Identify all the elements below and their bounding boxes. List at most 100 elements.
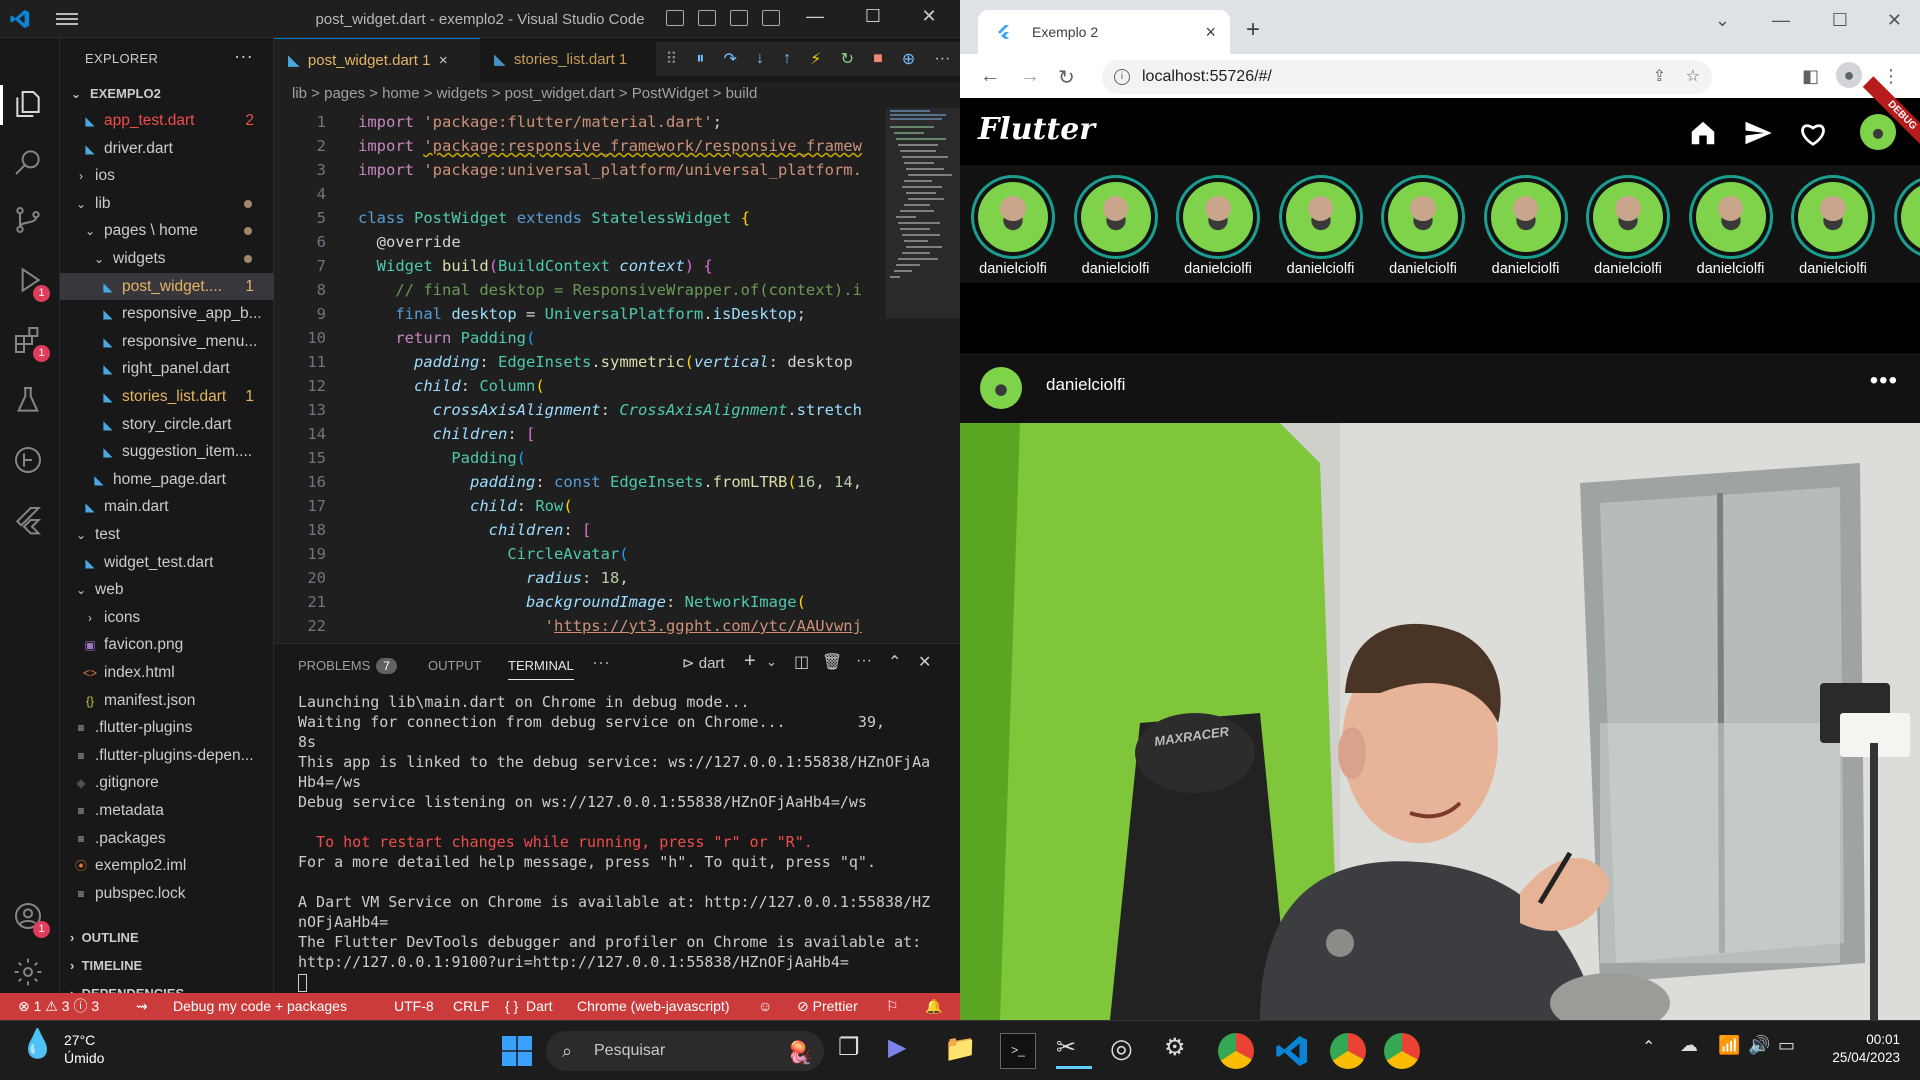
chrome-profile-2-icon[interactable] (1384, 1033, 1420, 1069)
tree-item[interactable]: ≡ pubspec.lock (60, 880, 274, 907)
obs-icon[interactable]: ◎ (1110, 1033, 1146, 1069)
wifi-icon[interactable]: 📶 (1718, 1035, 1740, 1056)
battery-icon[interactable]: ▭ (1778, 1035, 1795, 1056)
bookmark-star-icon[interactable]: ☆ (1686, 60, 1700, 94)
windows-start-icon[interactable] (499, 1033, 535, 1069)
file-explorer-icon[interactable]: 📁 (944, 1033, 980, 1069)
minimap[interactable] (886, 108, 960, 508)
share-icon[interactable]: ⇪ (1653, 60, 1666, 94)
tree-item[interactable]: › ios (60, 162, 274, 189)
chrome-icon[interactable] (1218, 1033, 1254, 1069)
story-circle[interactable]: danielciolfi (970, 175, 1056, 277)
story-circle[interactable]: danielciolfi (1073, 175, 1159, 277)
tree-item[interactable]: ≡ .packages (60, 825, 274, 852)
more-actions-icon[interactable]: ··· (234, 46, 253, 67)
project-root[interactable]: ⌄ EXEMPLO2 (60, 80, 274, 107)
send-icon[interactable] (1743, 118, 1773, 148)
story-circle[interactable]: danielciolfi (1380, 175, 1466, 277)
terminal-dropdown-icon[interactable]: ⌄ (766, 654, 777, 670)
tab-post-widget[interactable]: ◣ post_widget.dart 1 × (274, 38, 480, 82)
tree-item[interactable]: ⌄ test (60, 521, 274, 548)
drag-handle-icon[interactable]: ⠿ (666, 49, 678, 69)
tree-item[interactable]: › icons (60, 604, 274, 631)
chevron-up-icon[interactable]: ⌃ (1642, 1037, 1655, 1057)
outline-section[interactable]: › OUTLINE (60, 924, 274, 951)
stop-icon[interactable]: ■ (873, 50, 883, 68)
tree-item[interactable]: ◣ responsive_app_b... (60, 300, 274, 327)
settings-gear-icon[interactable] (12, 956, 48, 992)
maximize-button[interactable]: ☐ (858, 6, 888, 27)
breadcrumb[interactable]: lib > pages > home > widgets > post_widg… (274, 82, 960, 108)
tree-item[interactable]: ◣ app_test.dart 2 (60, 107, 274, 134)
profile-avatar-icon[interactable]: ● (1836, 62, 1862, 88)
profile-avatar[interactable] (1860, 114, 1896, 150)
story-circle[interactable]: danielciolfi (1278, 175, 1364, 277)
maximize-button[interactable]: ☐ (1832, 10, 1848, 31)
copilot-icon[interactable]: ☺ (758, 993, 772, 1020)
clock[interactable]: 00:01 25/04/2023 (1832, 1031, 1900, 1067)
hot-reload-icon[interactable]: ⚡ (810, 49, 821, 69)
new-terminal-icon[interactable]: + (744, 650, 756, 673)
tree-item[interactable]: ◣ post_widget.... 1 (60, 272, 274, 300)
forward-icon[interactable]: → (1020, 65, 1040, 88)
new-tab-button[interactable]: + (1246, 16, 1260, 44)
encoding-status[interactable]: UTF-8 (394, 993, 434, 1020)
testing-icon[interactable] (12, 384, 48, 420)
terminal-icon[interactable]: >_ (1000, 1033, 1036, 1069)
browser-tab[interactable]: Exemplo 2 × (978, 10, 1230, 54)
device-status[interactable]: Chrome (web-javascript) (577, 993, 729, 1020)
tree-item[interactable]: <> index.html (60, 659, 274, 686)
tree-item[interactable]: ⌄ pages \ home (60, 217, 274, 244)
more-icon[interactable]: ··· (934, 50, 950, 68)
story-circle[interactable]: danielciolfi (1483, 175, 1569, 277)
timeline-section[interactable]: › TIMELINE (60, 952, 274, 979)
side-panel-icon[interactable]: ◧ (1802, 66, 1819, 87)
vscode-icon[interactable] (1274, 1033, 1310, 1069)
back-icon[interactable]: ← (980, 65, 1000, 88)
feedback-icon[interactable]: ⚐ (886, 993, 899, 1020)
tab-problems[interactable]: PROBLEMS 7 (298, 658, 397, 674)
account-icon[interactable]: 1 (12, 900, 50, 938)
devtools-icon[interactable]: ⊕ (902, 49, 915, 69)
terminal-output[interactable]: Launching lib\main.dart on Chrome in deb… (298, 692, 938, 992)
close-button[interactable]: ✕ (914, 6, 944, 27)
eol-status[interactable]: CRLF (453, 993, 490, 1020)
notifications-icon[interactable]: 🔔 (925, 993, 942, 1020)
post-more-icon[interactable]: ••• (1870, 367, 1898, 395)
url-bar[interactable]: i localhost:55726/#/ ⇪ ☆ (1102, 60, 1712, 94)
customize-layout-icon[interactable] (762, 10, 780, 26)
tab-stories-list[interactable]: ◣ stories_list.dart 1 (480, 38, 670, 82)
problems-status[interactable]: ⊗ 1 ⚠ 3 ⓘ 3 (18, 993, 99, 1020)
step-over-icon[interactable]: ↷ (724, 49, 737, 69)
tree-item[interactable]: ◣ stories_list.dart 1 (60, 383, 274, 410)
steam-icon[interactable]: ⚙ (1164, 1033, 1200, 1069)
tree-item[interactable]: ◣ widget_test.dart (60, 549, 274, 576)
post-username[interactable]: danielciolfi (1046, 375, 1125, 395)
post-avatar[interactable] (980, 367, 1022, 409)
kill-terminal-icon[interactable]: 🗑 (822, 652, 842, 672)
terminal-shell-selector[interactable]: ⊳ dart (682, 654, 725, 672)
tree-item[interactable]: ⌄ lib (60, 190, 274, 217)
pause-icon[interactable]: ⏸ (696, 50, 704, 68)
debug-mode-status[interactable]: Debug my code + packages (173, 993, 347, 1020)
tree-item[interactable]: ⦿ exemplo2.iml (60, 852, 274, 879)
onedrive-icon[interactable]: ☁ (1680, 1035, 1698, 1056)
tree-item[interactable]: ◣ home_page.dart (60, 466, 274, 493)
home-icon[interactable] (1688, 118, 1718, 148)
tab-close-icon[interactable]: × (439, 52, 448, 69)
tree-item[interactable]: ≡ .flutter-plugins-depen... (60, 742, 274, 769)
taskbar-search[interactable]: ⌕ Pesquisar 🪼 (546, 1031, 824, 1071)
close-button[interactable]: ✕ (1887, 10, 1902, 31)
tree-item[interactable]: ▣ favicon.png (60, 631, 274, 658)
tree-item[interactable]: ≡ .metadata (60, 797, 274, 824)
volume-icon[interactable]: 🔊 (1748, 1035, 1770, 1056)
minimize-button[interactable]: — (800, 6, 830, 27)
close-tab-icon[interactable]: × (1205, 10, 1216, 54)
snipping-tool-icon[interactable]: ✂ (1056, 1033, 1092, 1069)
chrome-profile-icon[interactable] (1330, 1033, 1366, 1069)
tree-item[interactable]: ⌄ widgets (60, 245, 274, 272)
reload-icon[interactable]: ↻ (1058, 65, 1075, 90)
split-terminal-icon[interactable]: ◫ (794, 652, 809, 672)
minimize-button[interactable]: — (1772, 10, 1790, 31)
heart-icon[interactable] (1798, 118, 1828, 148)
